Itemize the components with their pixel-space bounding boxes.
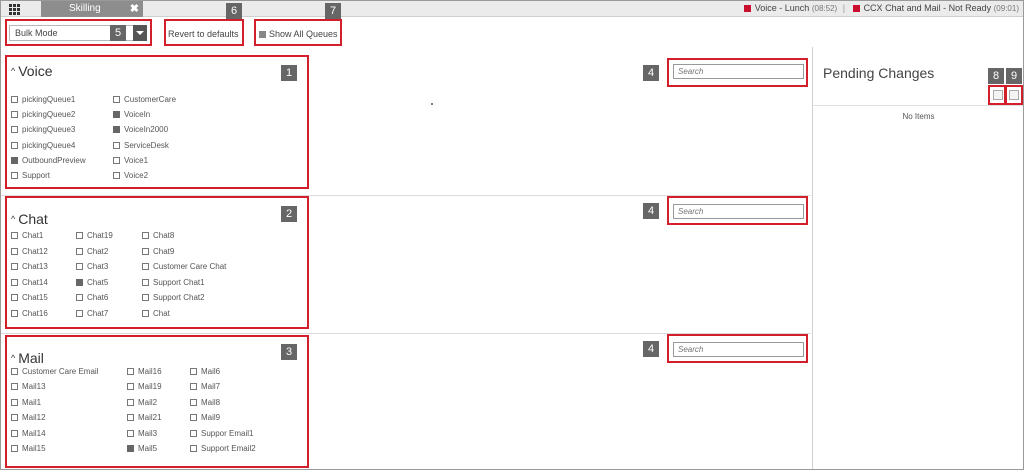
annotation-badge: 7	[325, 3, 341, 19]
ccx-status-label[interactable]: CCX Chat and Mail - Not Ready	[864, 3, 992, 13]
loading-dot	[431, 103, 433, 105]
annotation-box	[1005, 85, 1023, 105]
annotation-box	[5, 19, 152, 46]
annotation-box	[667, 58, 808, 87]
pending-divider	[813, 105, 1023, 106]
annotation-box	[5, 55, 309, 189]
annotation-box	[254, 19, 342, 46]
app-grid-icon[interactable]	[9, 4, 21, 15]
annotation-badge: 2	[281, 206, 297, 222]
annotation-badge: 3	[281, 344, 297, 360]
pending-changes-panel: Pending Changes No Items	[812, 47, 1023, 469]
annotation-badge: 6	[226, 3, 242, 19]
annotation-badge: 4	[643, 65, 659, 81]
annotation-box	[164, 19, 244, 46]
annotation-box	[5, 335, 309, 468]
annotation-badge: 1	[281, 65, 297, 81]
status-indicator	[743, 5, 751, 12]
annotation-badge: 5	[110, 25, 126, 41]
pending-title: Pending Changes	[823, 65, 935, 81]
voice-status-label[interactable]: Voice - Lunch	[755, 3, 810, 13]
annotation-badge: 4	[643, 203, 659, 219]
tab-label: Skilling	[69, 3, 101, 14]
annotation-box	[988, 85, 1006, 105]
annotation-badge: 8	[988, 68, 1004, 84]
pending-empty-label: No Items	[902, 112, 935, 121]
agent-status: Voice - Lunch (08:52) | CCX Chat and Mai…	[742, 3, 1019, 13]
annotation-badge: 9	[1006, 68, 1022, 84]
status-indicator	[852, 5, 860, 12]
annotation-box	[667, 334, 808, 363]
app-window: Skilling ✖ Voice - Lunch (08:52) | CCX C…	[0, 0, 1024, 470]
annotation-box	[667, 196, 808, 225]
annotation-badge: 4	[643, 341, 659, 357]
status-divider: |	[842, 3, 846, 13]
annotation-box	[5, 196, 309, 329]
close-icon[interactable]: ✖	[130, 2, 139, 15]
top-bar: Skilling ✖ Voice - Lunch (08:52) | CCX C…	[1, 1, 1023, 17]
tab-skilling[interactable]: Skilling ✖	[41, 1, 143, 17]
ccx-status-time: (09:01)	[993, 4, 1019, 13]
voice-status-time: (08:52)	[811, 4, 838, 13]
